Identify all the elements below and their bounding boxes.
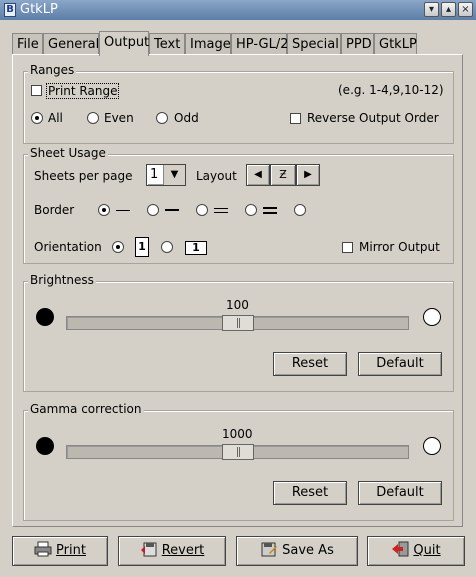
single-thick-line-icon xyxy=(165,209,179,211)
layout-label: Layout xyxy=(196,169,237,183)
orientation-label: Orientation xyxy=(34,240,102,254)
sheets-per-page-value: 1 xyxy=(150,167,159,182)
range-all-radio[interactable] xyxy=(31,112,43,124)
border-single-thin-radio[interactable] xyxy=(98,204,110,216)
gamma-reset-button[interactable]: Reset xyxy=(273,481,347,505)
orientation-portrait-radio[interactable] xyxy=(112,241,124,253)
brightness-value: 100 xyxy=(226,298,249,312)
gamma-slider-handle[interactable] xyxy=(222,444,254,460)
printer-icon xyxy=(34,541,52,557)
save-as-button[interactable]: Save As xyxy=(236,536,358,566)
single-thin-line-icon xyxy=(116,210,130,211)
double-thick-line-icon-top xyxy=(263,207,277,209)
sheets-per-page-select[interactable]: 1 ▼ xyxy=(146,164,186,186)
tab-ppd[interactable]: PPD xyxy=(341,33,374,55)
output-page: Ranges Print Range (e.g. 1-4,9,10-12) Al… xyxy=(12,54,463,527)
arrow-left-icon: ◀ xyxy=(254,169,262,180)
print-range-label: Print Range xyxy=(46,83,120,99)
print-label: Print xyxy=(56,543,86,558)
landscape-page-icon: 1 xyxy=(185,241,207,255)
layout-next-button[interactable]: ▶ xyxy=(296,164,320,186)
revert-button[interactable]: Revert xyxy=(118,536,226,566)
brightness-label: Brightness xyxy=(28,273,96,287)
range-even-radio[interactable] xyxy=(87,112,99,124)
layout-preview: Ƶ xyxy=(270,164,296,186)
revert-icon xyxy=(140,542,157,557)
brightness-slider[interactable] xyxy=(66,315,409,331)
gamma-label: Gamma correction xyxy=(28,402,144,416)
ranges-label: Ranges xyxy=(28,63,77,77)
range-odd-label: Odd xyxy=(174,111,199,125)
gamma-default-button[interactable]: Default xyxy=(358,481,442,505)
light-circle-icon xyxy=(423,437,441,455)
border-double-thick-radio[interactable] xyxy=(245,204,257,216)
light-circle-icon xyxy=(423,308,441,326)
range-even-label: Even xyxy=(104,111,134,125)
quit-label: Quit xyxy=(413,543,441,558)
brightness-slider-handle[interactable] xyxy=(222,315,254,331)
tab-gtklp[interactable]: GtkLP xyxy=(374,33,417,55)
quit-icon xyxy=(392,541,409,557)
quit-button[interactable]: Quit xyxy=(367,536,465,566)
tab-output[interactable]: Output xyxy=(99,31,149,56)
title-bar: B GtkLP ▾ ▴ × xyxy=(0,0,476,20)
app-icon: B xyxy=(4,3,16,17)
brightness-frame: Brightness 100 Reset Default xyxy=(23,273,454,392)
save-as-label: Save As xyxy=(282,543,334,558)
sheet-usage-label: Sheet Usage xyxy=(28,146,108,160)
dark-circle-icon xyxy=(36,308,54,326)
sheet-usage-frame: Sheet Usage Sheets per page 1 ▼ Layout ◀… xyxy=(23,146,454,264)
tab-file[interactable]: File xyxy=(12,33,43,55)
gamma-value: 1000 xyxy=(222,427,253,441)
tab-special[interactable]: Special xyxy=(287,33,341,55)
gamma-frame: Gamma correction 1000 Reset Default xyxy=(23,402,454,521)
tab-text[interactable]: Text xyxy=(149,33,185,55)
close-icon[interactable]: × xyxy=(458,2,473,17)
mirror-output-label: Mirror Output xyxy=(359,240,440,254)
save-as-icon xyxy=(261,542,278,557)
double-thin-line-icon-bottom xyxy=(214,212,228,213)
border-double-thin-radio[interactable] xyxy=(196,204,208,216)
reverse-order-checkbox[interactable] xyxy=(290,113,301,124)
layout-prev-button[interactable]: ◀ xyxy=(246,164,270,186)
tab-image[interactable]: Image xyxy=(185,33,231,55)
reverse-order-label: Reverse Output Order xyxy=(307,111,439,125)
arrow-right-icon: ▶ xyxy=(304,169,312,180)
tab-hpgl2[interactable]: HP-GL/2 xyxy=(231,33,288,55)
z-layout-icon: Ƶ xyxy=(279,168,287,181)
window-title: GtkLP xyxy=(20,2,58,17)
border-label: Border xyxy=(34,203,75,217)
brightness-default-button[interactable]: Default xyxy=(358,352,442,376)
revert-label: Revert xyxy=(161,543,205,558)
double-thick-line-icon-bottom xyxy=(263,212,277,214)
brightness-reset-button[interactable]: Reset xyxy=(273,352,347,376)
border-single-thick-radio[interactable] xyxy=(147,204,159,216)
range-example: (e.g. 1-4,9,10-12) xyxy=(338,83,444,97)
chevron-down-icon: ▼ xyxy=(163,165,185,185)
portrait-page-icon: 1 xyxy=(135,237,149,257)
range-all-label: All xyxy=(48,111,63,125)
minimize-icon[interactable]: ▾ xyxy=(424,2,439,17)
dark-circle-icon xyxy=(36,437,54,455)
mirror-output-checkbox[interactable] xyxy=(342,242,353,253)
print-button[interactable]: Print xyxy=(12,536,108,566)
border-none-radio[interactable] xyxy=(294,204,306,216)
print-range-checkbox[interactable] xyxy=(31,85,42,96)
gamma-slider[interactable] xyxy=(66,444,409,460)
tab-general[interactable]: General xyxy=(43,33,99,55)
sheets-per-page-label: Sheets per page xyxy=(34,169,133,183)
ranges-frame: Ranges Print Range (e.g. 1-4,9,10-12) Al… xyxy=(23,63,454,144)
double-thin-line-icon-top xyxy=(214,208,228,209)
maximize-icon[interactable]: ▴ xyxy=(441,2,456,17)
orientation-landscape-radio[interactable] xyxy=(161,241,173,253)
range-odd-radio[interactable] xyxy=(156,112,168,124)
